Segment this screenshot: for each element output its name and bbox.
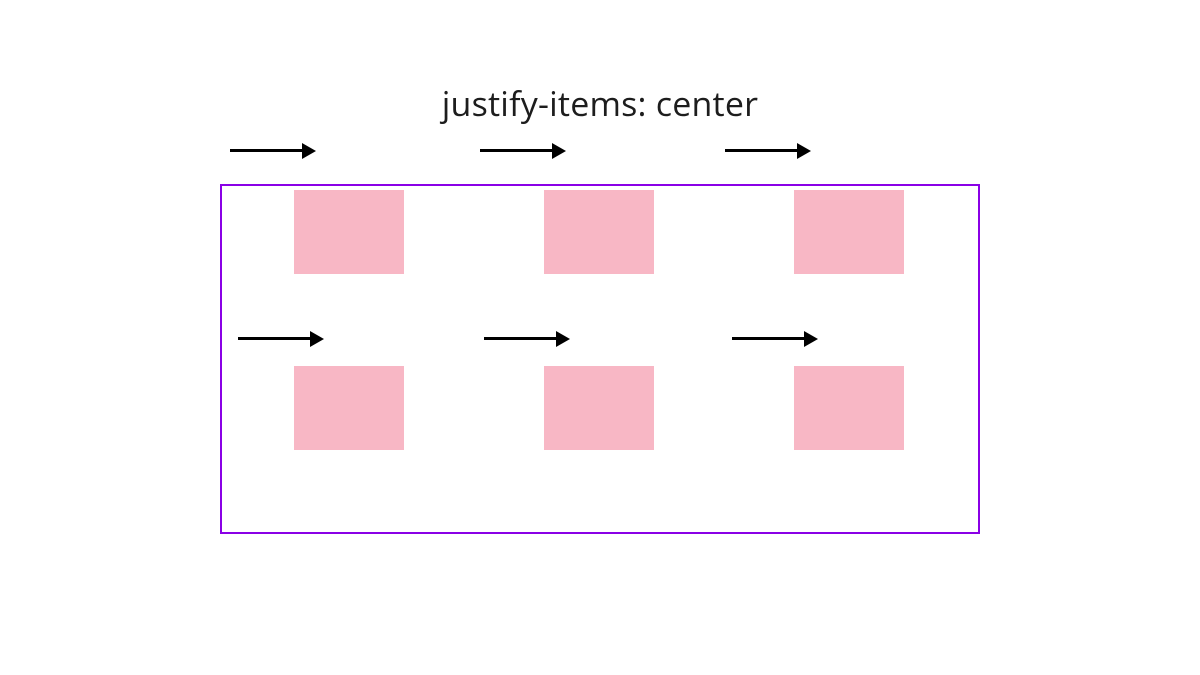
grid-item: [294, 366, 404, 450]
arrow-right-icon: [725, 140, 815, 160]
arrow-right-icon: [732, 328, 822, 348]
diagram: justify-items: center: [220, 80, 980, 534]
grid-item: [794, 190, 904, 274]
arrow-right-icon: [238, 328, 328, 348]
grid-item: [544, 366, 654, 450]
arrow-right-icon: [480, 140, 570, 160]
arrow-right-icon: [230, 140, 320, 160]
diagram-title: justify-items: center: [220, 80, 980, 126]
top-arrow-row: [220, 140, 980, 174]
grid-item: [294, 190, 404, 274]
grid-item: [544, 190, 654, 274]
grid-container: [220, 184, 980, 534]
grid-item: [794, 366, 904, 450]
arrow-right-icon: [484, 328, 574, 348]
